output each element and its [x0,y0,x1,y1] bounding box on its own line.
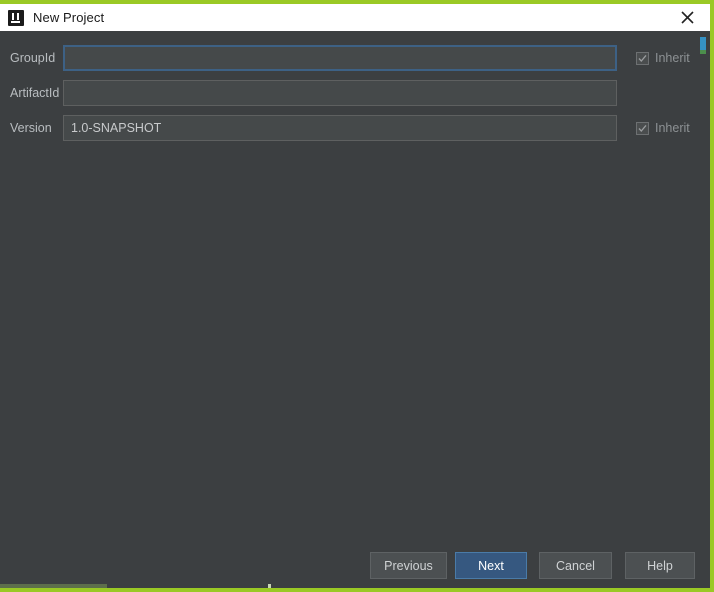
groupid-input[interactable] [63,45,617,71]
new-project-dialog: New Project GroupId Inherit [0,0,714,592]
version-inherit-checkbox[interactable]: Inherit [636,121,690,135]
bottom-left-strip [0,584,107,588]
dialog-body: GroupId Inherit ArtifactId Inhe [0,31,710,592]
form-row-artifactid: ArtifactId Inherit [0,80,710,106]
window-title: New Project [33,10,104,25]
checkmark-icon [636,122,649,135]
groupid-label: GroupId [0,51,63,65]
intellij-idea-icon [8,10,24,26]
title-bar: New Project [0,4,710,31]
next-button[interactable]: Next [455,552,527,579]
checkmark-icon [636,52,649,65]
version-label: Version [0,121,63,135]
maven-coordinates-form: GroupId Inherit ArtifactId Inhe [0,45,710,150]
groupid-inherit-label: Inherit [655,51,690,65]
artifactid-label: ArtifactId [0,86,63,100]
version-input[interactable] [63,115,617,141]
version-inherit-label: Inherit [655,121,690,135]
form-row-groupid: GroupId Inherit [0,45,710,71]
cancel-button[interactable]: Cancel [539,552,612,579]
bottom-tick [268,584,271,588]
groupid-inherit-checkbox[interactable]: Inherit [636,51,690,65]
close-icon[interactable] [664,4,710,31]
editor-marker-stripe-secondary [700,50,706,54]
form-row-version: Version Inherit [0,115,710,141]
editor-marker-stripe [700,37,706,50]
help-button[interactable]: Help [625,552,695,579]
artifactid-input[interactable] [63,80,617,106]
previous-button[interactable]: Previous [370,552,447,579]
